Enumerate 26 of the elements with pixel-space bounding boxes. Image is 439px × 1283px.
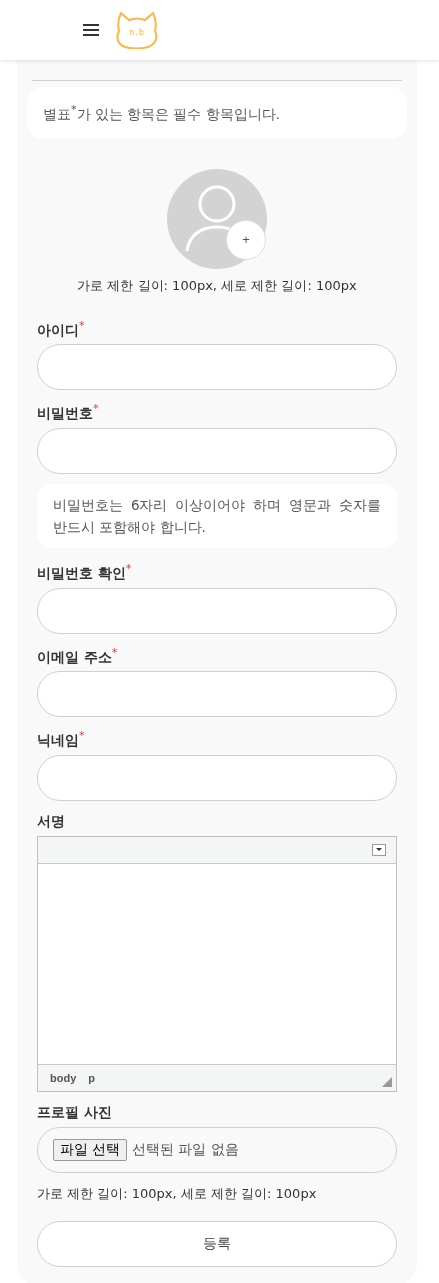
field-label: 비밀번호$^{*}$ — [37, 402, 100, 423]
field-label: 닉네임$^{*}$ — [37, 729, 86, 750]
field-label: 비밀번호 확인$^{*}$ — [37, 562, 133, 583]
submit-button[interactable]: 등록 — [37, 1220, 397, 1267]
menu-icon[interactable] — [82, 23, 100, 37]
element-path-item[interactable]: p — [88, 1071, 95, 1084]
text-field[interactable] — [37, 754, 397, 801]
file-status: 선택된 파일 없음 — [131, 1140, 239, 1159]
resize-handle-icon[interactable] — [382, 1076, 392, 1087]
password-hint: 비밀번호는 6자리 이상이어야 하며 영문과 숫자를 반드시 포함해야 합니다. — [37, 483, 397, 549]
size-caption: 가로 제한 길이: 100px, 세로 제한 길이: 100px — [37, 1184, 318, 1203]
required-notice: 별표$^{*}$가 있는 항목은 필수 항목입니다. — [27, 87, 407, 139]
choose-file-button[interactable]: 파일 선택 — [53, 1138, 127, 1161]
text-field[interactable] — [37, 344, 397, 391]
field-label: 프로필 사진 — [37, 1103, 113, 1122]
rich-text-editor[interactable]: body p — [37, 835, 397, 1092]
text-field[interactable] — [37, 427, 397, 474]
size-caption: 가로 제한 길이: 100px, 세로 제한 길이: 100px — [76, 276, 358, 295]
element-path-item[interactable]: body — [50, 1071, 77, 1084]
text-field[interactable] — [37, 671, 397, 718]
dropdown-button[interactable] — [372, 843, 386, 856]
field-label: 서명 — [37, 812, 66, 831]
caret-icon — [376, 848, 382, 852]
text-field[interactable] — [37, 587, 397, 634]
field-label: 이메일 주소$^{*}$ — [37, 645, 119, 667]
field-label: 아이디$^{*}$ — [37, 318, 86, 340]
